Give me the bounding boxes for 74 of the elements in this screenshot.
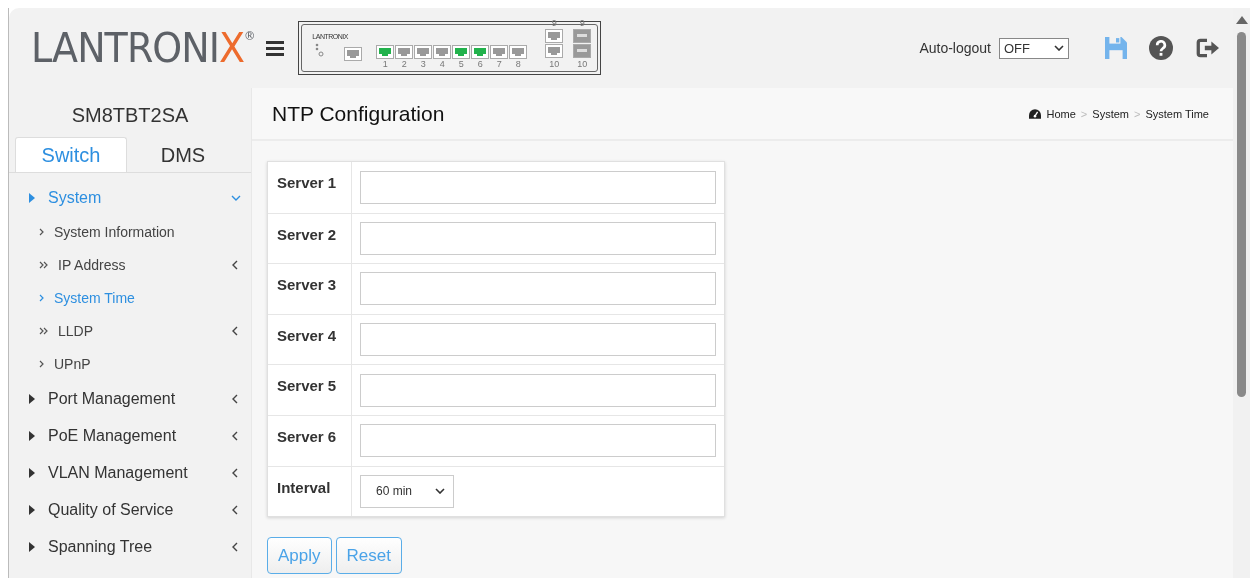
chevron-down-icon — [231, 193, 241, 203]
submenu-item[interactable]: IP Address — [9, 248, 251, 281]
caret-right-icon — [29, 541, 35, 552]
port-number: 10 — [577, 59, 588, 69]
device-name: SM8TBT2SA — [70, 103, 190, 128]
input-field[interactable] — [360, 221, 716, 255]
auto-logout-label: Auto-logout — [919, 40, 991, 56]
menu-item[interactable]: Port Management — [9, 380, 251, 417]
chevron-right-icon — [39, 359, 45, 368]
double-chevron-icon — [39, 260, 49, 269]
menu-item[interactable]: VLAN Management — [9, 454, 251, 491]
status-led-icon — [314, 43, 325, 57]
port-number: 3 — [420, 59, 426, 69]
port-number: 9 — [551, 18, 557, 28]
save-icon[interactable] — [1105, 37, 1127, 59]
port-number: 5 — [458, 59, 464, 69]
submenu-item[interactable]: System Information — [9, 215, 251, 248]
menu-item[interactable]: Quality of Service — [9, 491, 251, 528]
breadcrumb-link[interactable]: Home — [1046, 107, 1076, 120]
input-field[interactable] — [360, 272, 716, 306]
logout-icon[interactable] — [1195, 37, 1219, 59]
help-icon[interactable] — [1149, 36, 1173, 60]
field-label: Server 3 — [268, 264, 352, 314]
chevron-down-icon — [1054, 45, 1064, 51]
chevron-right-icon — [39, 293, 45, 302]
caret-right-icon — [29, 393, 35, 404]
input-field[interactable] — [360, 323, 716, 357]
chevron-down-icon — [435, 488, 445, 495]
port-number: 1 — [382, 59, 388, 69]
field-label: Interval — [268, 466, 352, 517]
interval-select[interactable]: 60 min — [360, 474, 454, 508]
submenu-item[interactable]: LLDP — [9, 314, 251, 347]
port-number: 8 — [515, 59, 521, 69]
port-number: 10 — [549, 59, 560, 69]
port-icon — [545, 44, 564, 58]
logo: LANTRONIX$^{®}$ — [31, 25, 255, 71]
auto-logout-select[interactable]: OFF — [999, 37, 1069, 59]
submenu-item[interactable]: UPnP — [9, 347, 251, 380]
tab[interactable]: DMS — [127, 137, 239, 172]
input-field[interactable] — [360, 373, 716, 407]
caret-right-icon — [29, 467, 35, 478]
port-icon — [545, 29, 564, 43]
menu-item[interactable]: PoE Management — [9, 417, 251, 454]
field-label: Server 6 — [268, 415, 352, 466]
page-title: NTP Configuration — [272, 101, 445, 126]
breadcrumb-link[interactable]: System Time — [1145, 107, 1209, 120]
field-label: Server 5 — [268, 365, 352, 415]
scroll-up-icon[interactable] — [1235, 16, 1248, 24]
dashboard-icon — [1028, 108, 1041, 119]
input-field[interactable] — [360, 424, 716, 458]
port-icon — [344, 47, 363, 61]
field-label: Server 2 — [268, 213, 352, 264]
breadcrumb-separator: > — [1080, 107, 1088, 120]
menu-item[interactable]: Spanning Tree — [9, 528, 251, 565]
scrollbar-thumb[interactable] — [1237, 32, 1246, 397]
field-label: Server 4 — [268, 314, 352, 365]
double-chevron-icon — [39, 326, 49, 335]
port-number: 9 — [579, 18, 585, 28]
caret-right-icon — [29, 504, 35, 515]
port-number: 6 — [477, 59, 483, 69]
breadcrumb-link[interactable]: System — [1092, 107, 1129, 120]
caret-right-icon — [29, 193, 35, 203]
caret-right-icon — [29, 430, 35, 441]
sfp-port-icon — [573, 44, 592, 58]
field-label: Server 1 — [268, 162, 352, 213]
scrollbar[interactable] — [1233, 8, 1250, 578]
port-number: 7 — [496, 59, 502, 69]
breadcrumb-separator: > — [1134, 107, 1141, 120]
port-number: 4 — [439, 59, 445, 69]
menu-icon[interactable] — [266, 40, 285, 56]
port-number: 2 — [401, 59, 407, 69]
chevron-right-icon — [39, 227, 45, 236]
input-field[interactable] — [360, 170, 716, 204]
sfp-port-icon — [573, 29, 592, 43]
